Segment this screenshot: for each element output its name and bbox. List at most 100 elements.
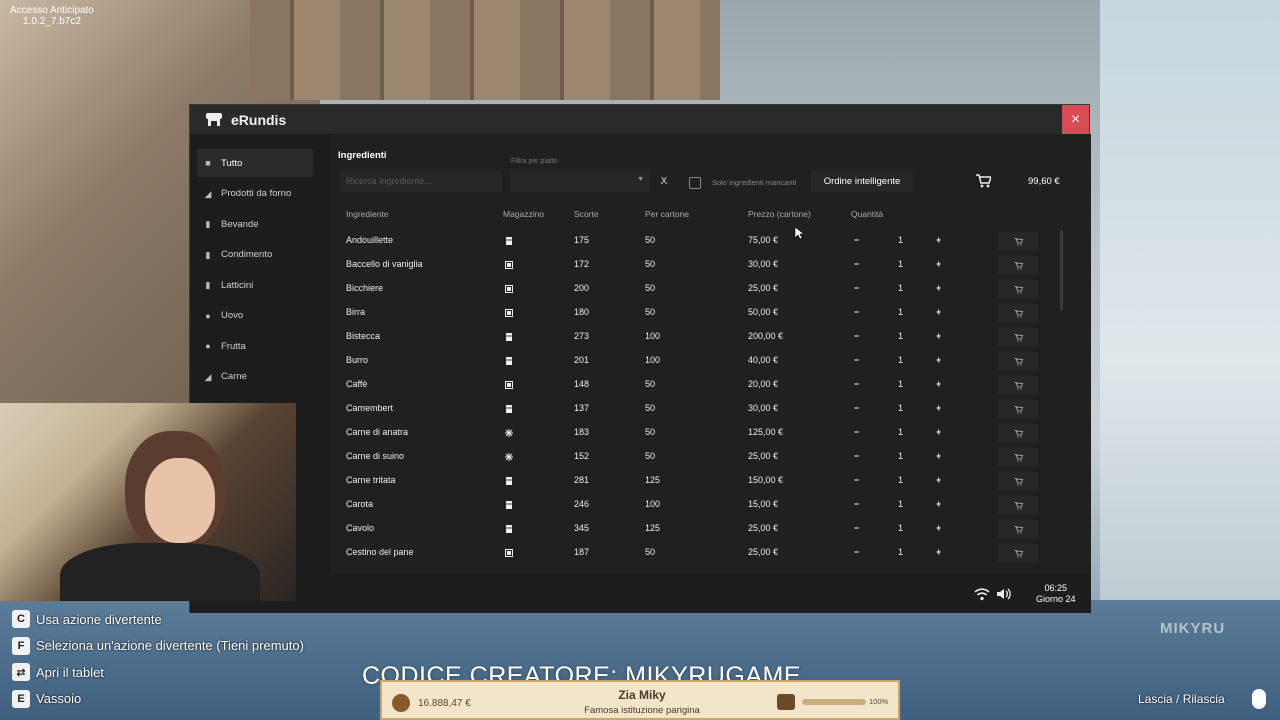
add-to-cart-button[interactable] — [998, 472, 1038, 491]
add-to-cart-button[interactable] — [998, 304, 1038, 323]
cart-total: 99,60 € — [1028, 176, 1060, 187]
add-to-cart-button[interactable] — [998, 280, 1038, 299]
stock-value: 201 — [574, 355, 590, 365]
decrease-quantity-button[interactable]: − — [854, 427, 859, 437]
increase-quantity-button[interactable]: + — [936, 235, 941, 245]
cart-icon — [1014, 549, 1023, 558]
decrease-quantity-button[interactable]: − — [854, 355, 859, 365]
per-carton-value: 50 — [645, 403, 656, 413]
quantity-value: 1 — [898, 259, 904, 269]
cart-icon — [1014, 453, 1023, 462]
cart-icon[interactable] — [975, 174, 991, 188]
freezer-icon — [505, 453, 513, 461]
price-value: 50,00 € — [748, 307, 779, 317]
sidebar-item-carne[interactable]: ◢ Carne — [197, 363, 313, 391]
decrease-quantity-button[interactable]: − — [854, 499, 859, 509]
customers-icon — [777, 694, 795, 710]
per-carton-value: 50 — [645, 235, 656, 245]
increase-quantity-button[interactable]: + — [936, 331, 941, 341]
search-input[interactable] — [340, 170, 502, 192]
increase-quantity-button[interactable]: + — [936, 499, 941, 509]
increase-quantity-button[interactable]: + — [936, 403, 941, 413]
decrease-quantity-button[interactable]: − — [854, 259, 859, 269]
stock-value: 148 — [574, 379, 590, 389]
egg-icon: ● — [205, 310, 211, 321]
sidebar-item-prodotti-da-forno[interactable]: ◢ Prodotti da forno — [197, 180, 313, 208]
background-wood-ceiling — [250, 0, 720, 100]
decrease-quantity-button[interactable]: − — [854, 283, 859, 293]
smart-order-button[interactable]: Ordine intelligente — [811, 170, 913, 192]
add-to-cart-button[interactable] — [998, 496, 1038, 515]
header-stock: Scorte — [574, 209, 599, 219]
increase-quantity-button[interactable]: + — [936, 379, 941, 389]
ingredient-name: Birra — [346, 307, 366, 317]
app-title: eRundis — [231, 111, 287, 128]
decrease-quantity-button[interactable]: − — [854, 379, 859, 389]
sidebar-item-condimento[interactable]: ▮ Condimento — [197, 241, 313, 269]
decrease-quantity-button[interactable]: − — [854, 451, 859, 461]
add-to-cart-button[interactable] — [998, 328, 1038, 347]
add-to-cart-button[interactable] — [998, 352, 1038, 371]
table-row: Baccello di vaniglia 172 50 30,00 € − 1 + — [338, 254, 1058, 278]
sidebar-item-latticini[interactable]: ▮ Latticini — [197, 271, 313, 299]
increase-quantity-button[interactable]: + — [936, 283, 941, 293]
table-row: Bistecca 273 100 200,00 € − 1 + — [338, 326, 1058, 350]
cart-icon — [1014, 357, 1023, 366]
decrease-quantity-button[interactable]: − — [854, 403, 859, 413]
price-value: 200,00 € — [748, 331, 784, 341]
bottle-icon: ▮ — [205, 219, 211, 229]
stock-value: 273 — [574, 331, 590, 341]
webcam-face — [145, 458, 215, 543]
decrease-quantity-button[interactable]: − — [854, 523, 859, 533]
sidebar-item-tutto[interactable]: ■ Tutto — [197, 149, 313, 177]
stock-value: 137 — [574, 403, 590, 413]
missing-only-checkbox[interactable] — [689, 177, 701, 189]
add-to-cart-button[interactable] — [998, 424, 1038, 443]
missing-only-label: Solo ingredienti mancanti — [712, 178, 797, 187]
sidebar-item-frutta[interactable]: ● Frutta — [197, 332, 313, 360]
fridge-icon — [505, 333, 513, 341]
add-to-cart-button[interactable] — [998, 232, 1038, 251]
clock: 06:25 Giorno 24 — [1036, 583, 1076, 605]
decrease-quantity-button[interactable]: − — [854, 307, 859, 317]
clear-filter-button[interactable]: X — [654, 170, 674, 192]
hotkey-hint: F Seleziona un'azione divertente (Tieni p… — [12, 636, 304, 655]
increase-quantity-button[interactable]: + — [936, 451, 941, 461]
sidebar-item-bevande[interactable]: ▮ Bevande — [197, 210, 313, 238]
hotkey-label: Vassoio — [36, 691, 82, 706]
increase-quantity-button[interactable]: + — [936, 523, 941, 533]
volume-icon[interactable] — [996, 587, 1012, 601]
ingredient-name: Burro — [346, 355, 369, 365]
webcam-shirt — [60, 543, 260, 601]
add-to-cart-button[interactable] — [998, 400, 1038, 419]
add-to-cart-button[interactable] — [998, 520, 1038, 539]
decrease-quantity-button[interactable]: − — [854, 547, 859, 557]
sidebar-item-uovo[interactable]: ● Uovo — [197, 302, 313, 330]
hotkey-label: Apri il tablet — [36, 664, 104, 680]
decrease-quantity-button[interactable]: − — [854, 331, 859, 341]
key-cap: C — [12, 610, 30, 628]
increase-quantity-button[interactable]: + — [936, 307, 941, 317]
increase-quantity-button[interactable]: + — [936, 355, 941, 365]
add-to-cart-button[interactable] — [998, 544, 1038, 563]
per-carton-value: 100 — [645, 355, 661, 365]
price-value: 25,00 € — [748, 523, 779, 533]
close-button[interactable]: × — [1062, 105, 1089, 134]
increase-quantity-button[interactable]: + — [936, 427, 941, 437]
dish-filter-select[interactable]: ▼ — [510, 170, 650, 192]
increase-quantity-button[interactable]: + — [936, 259, 941, 269]
increase-quantity-button[interactable]: + — [936, 475, 941, 485]
decrease-quantity-button[interactable]: − — [854, 235, 859, 245]
quantity-value: 1 — [898, 355, 904, 365]
add-to-cart-button[interactable] — [998, 448, 1038, 467]
add-to-cart-button[interactable] — [998, 256, 1038, 275]
fruit-icon: ● — [205, 341, 211, 351]
add-to-cart-button[interactable] — [998, 376, 1038, 395]
decrease-quantity-button[interactable]: − — [854, 475, 859, 485]
filter-label: Filtra per piatto — [511, 158, 558, 165]
table-scrollbar[interactable] — [1060, 230, 1063, 310]
shelf-icon — [505, 285, 513, 293]
increase-quantity-button[interactable]: + — [936, 547, 941, 557]
table-header: Ingrediente Magazzino Scorte Per cartone… — [330, 209, 1070, 223]
shop-icon — [206, 112, 222, 126]
